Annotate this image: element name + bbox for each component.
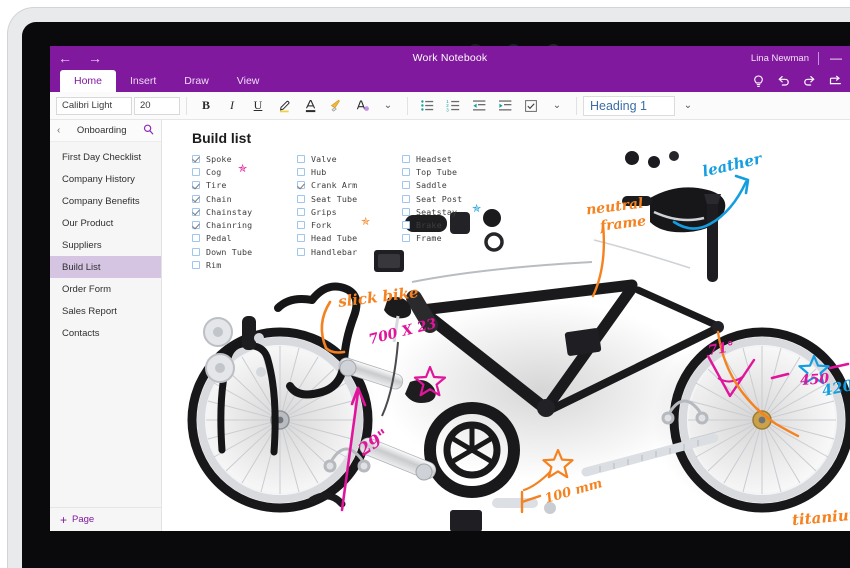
sidebar-item-first-day-checklist[interactable]: First Day Checklist (50, 146, 161, 168)
ink-annotation-layer[interactable]: slick bike 700 X 23 29" neutral frame le… (162, 120, 850, 531)
note-canvas[interactable]: Build list Spoke Cog ✯ Tire Chain Chainst… (162, 120, 850, 531)
page-list: First Day Checklist Company History Comp… (50, 142, 161, 507)
quick-access-toolbar (753, 70, 842, 92)
search-icon[interactable] (143, 124, 154, 138)
onenote-window: ← → Work Notebook Lina Newman — Home Ins… (50, 46, 850, 531)
italic-button[interactable]: I (219, 94, 245, 118)
page-item-label: Build List (62, 261, 101, 273)
redo-icon[interactable] (803, 75, 816, 87)
tab-home[interactable]: Home (60, 70, 117, 92)
highlighter-icon[interactable] (271, 94, 297, 118)
sidebar-item-contacts[interactable]: Contacts (50, 322, 161, 344)
svg-text:3: 3 (446, 107, 449, 112)
add-page-button[interactable]: + Page (50, 507, 161, 531)
tell-me-icon[interactable] (753, 74, 764, 88)
title-bar-right: Lina Newman — (751, 46, 844, 70)
tab-view[interactable]: View (223, 70, 274, 92)
font-color-icon[interactable] (297, 94, 323, 118)
increase-indent-icon[interactable] (492, 94, 518, 118)
decrease-indent-icon[interactable] (466, 94, 492, 118)
page-item-label: Suppliers (62, 239, 102, 251)
share-icon[interactable] (829, 75, 842, 87)
tab-draw[interactable]: Draw (170, 70, 223, 92)
divider (407, 96, 408, 115)
underline-button[interactable]: U (245, 94, 271, 118)
account-name[interactable]: Lina Newman (751, 53, 809, 64)
section-back-chevron-left-icon[interactable]: ‹ (57, 125, 60, 136)
page-item-label: Contacts (62, 327, 100, 339)
page-navigation-sidebar: ‹ Onboarding First Day Checklist Company… (50, 120, 162, 531)
bold-button[interactable]: B (193, 94, 219, 118)
undo-icon[interactable] (777, 75, 790, 87)
sidebar-item-order-form[interactable]: Order Form (50, 278, 161, 300)
style-chevron-down-icon[interactable]: ⌄ (675, 94, 701, 118)
content-area: ‹ Onboarding First Day Checklist Company… (50, 120, 850, 531)
todo-checkbox-icon[interactable] (518, 94, 544, 118)
title-bar: ← → Work Notebook Lina Newman — (50, 46, 850, 70)
divider (576, 96, 577, 115)
add-page-label: Page (72, 514, 95, 525)
section-name[interactable]: Onboarding (77, 125, 127, 136)
page-item-label: Company History (62, 173, 135, 185)
sidebar-item-build-list[interactable]: Build List (50, 256, 161, 278)
paragraph-style-select[interactable]: Heading 1 (583, 95, 675, 116)
font-more-chevron-down-icon[interactable]: ⌄ (375, 94, 401, 118)
tab-insert[interactable]: Insert (116, 70, 170, 92)
minimize-button[interactable]: — (828, 52, 844, 64)
divider (186, 96, 187, 115)
font-size-input[interactable]: 20 (134, 96, 180, 115)
sidebar-item-company-benefits[interactable]: Company Benefits (50, 190, 161, 212)
clear-formatting-icon[interactable] (349, 94, 375, 118)
page-item-label: Company Benefits (62, 195, 140, 207)
notebook-header: ‹ Onboarding (50, 120, 161, 142)
sidebar-item-suppliers[interactable]: Suppliers (50, 234, 161, 256)
page-item-label: First Day Checklist (62, 151, 142, 163)
sidebar-item-company-history[interactable]: Company History (50, 168, 161, 190)
list-more-chevron-down-icon[interactable]: ⌄ (544, 94, 570, 118)
font-name-input[interactable]: Calibri Light (56, 96, 132, 115)
ribbon-tab-strip: Home Insert Draw View (50, 70, 850, 92)
formatting-toolbar: Calibri Light 20 B I U ⌄ 1 2 3 ⌄ Heading… (50, 92, 850, 120)
page-item-label: Our Product (62, 217, 114, 229)
ink-strokes (320, 174, 850, 514)
page-item-label: Order Form (62, 283, 112, 295)
divider (818, 51, 819, 65)
sidebar-item-sales-report[interactable]: Sales Report (50, 300, 161, 322)
format-painter-icon[interactable] (323, 94, 349, 118)
plus-icon: + (60, 512, 68, 527)
page-item-label: Sales Report (62, 305, 117, 317)
sidebar-item-our-product[interactable]: Our Product (50, 212, 161, 234)
notebook-title: Work Notebook (412, 52, 488, 64)
bulleted-list-icon[interactable] (414, 94, 440, 118)
numbered-list-icon[interactable]: 1 2 3 (440, 94, 466, 118)
